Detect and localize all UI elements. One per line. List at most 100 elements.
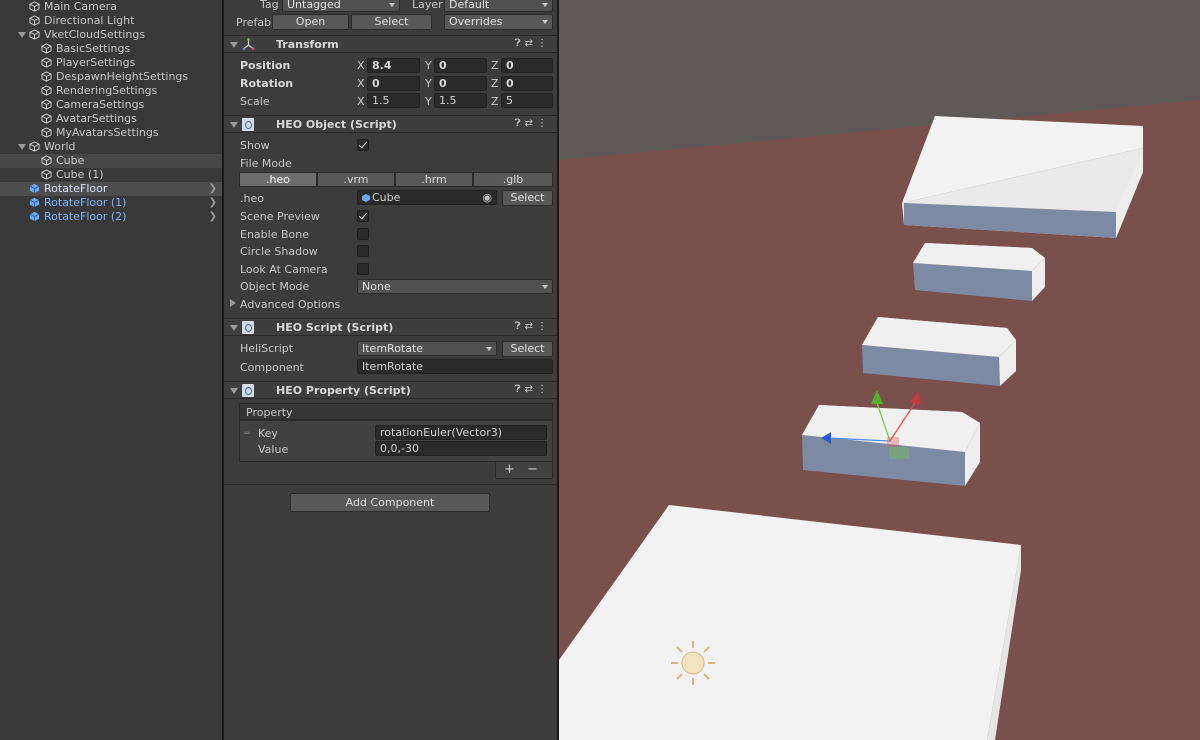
scale-z-field[interactable]: 5 [501,93,553,108]
show-checkbox[interactable] [357,139,369,151]
chevron-right-icon[interactable]: ❯ [209,182,217,196]
heo-select-button[interactable]: Select [502,190,553,206]
heo-object-header[interactable]: HEO Object (Script) ❓︎⇄⋮ [224,115,557,133]
hierarchy-item-basicsettings[interactable]: BasicSettings [0,42,222,56]
hierarchy-item-label: CameraSettings [56,98,145,111]
position-z-label[interactable]: Z [491,59,499,72]
hierarchy-item-myavatarssettings[interactable]: MyAvatarsSettings [0,126,222,140]
component-tools[interactable]: ❓︎⇄⋮ [515,384,551,395]
hierarchy-item-rotatefloor[interactable]: RotateFloor ❯ [0,182,222,196]
fold-arrow-icon[interactable] [230,299,236,307]
layer-dropdown[interactable]: Default [444,0,553,12]
rotation-x-label[interactable]: X [357,77,365,90]
hierarchy-item-label: Directional Light [44,14,135,27]
fold-arrow-icon[interactable] [18,32,26,38]
advanced-options-foldout[interactable]: Advanced Options [240,298,340,311]
enable-bone-checkbox[interactable] [357,228,369,240]
drag-handle-icon[interactable]: ═ [244,429,249,439]
scale-x-field[interactable]: 1.5 [367,93,420,108]
add-element-button[interactable]: + [504,462,515,477]
position-x-field[interactable]: 8.4 [367,58,420,73]
scale-y-label[interactable]: Y [425,95,432,108]
gameobject-icon [29,1,40,12]
hierarchy-item-despawnheightsettings[interactable]: DespawnHeightSettings [0,70,222,84]
rotation-y-label[interactable]: Y [425,77,432,90]
hierarchy-item-camerasettings[interactable]: CameraSettings [0,98,222,112]
object-mode-dropdown[interactable]: None [357,279,553,294]
scene-view[interactable] [559,0,1200,740]
mode-hrm-tab[interactable]: .hrm [395,172,473,187]
heo-script-header[interactable]: HEO Script (Script) ❓︎⇄⋮ [224,318,557,336]
circle-shadow-checkbox[interactable] [357,245,369,257]
prefab-open-button[interactable]: Open [272,14,349,30]
hierarchy-item-rotatefloor-1[interactable]: RotateFloor (1) ❯ [0,196,222,210]
chevron-right-icon[interactable]: ❯ [209,196,217,210]
component-tools[interactable]: ❓︎⇄⋮ [515,321,551,332]
list-footer: + − [495,462,553,479]
scale-x-label[interactable]: X [357,95,365,108]
mode-glb-tab[interactable]: .glb [473,172,553,187]
rotation-y-field[interactable]: 0 [434,76,487,91]
mode-vrm-tab[interactable]: .vrm [317,172,395,187]
rotation-z-label[interactable]: Z [491,77,499,90]
fold-arrow-icon[interactable] [230,325,238,331]
add-component-button[interactable]: Add Component [290,493,490,512]
floor-block-1[interactable] [902,116,1143,238]
hierarchy-item-cube-1[interactable]: Cube (1) [0,168,222,182]
value-field[interactable]: 0,0,-30 [375,441,547,456]
hierarchy-item-renderingsettings[interactable]: RenderingSettings [0,84,222,98]
hierarchy-item-cube[interactable]: Cube [0,154,222,168]
fold-arrow-icon[interactable] [18,144,26,150]
hierarchy-item-directional-light[interactable]: Directional Light [0,14,222,28]
tag-dropdown[interactable]: Untagged [282,0,400,12]
hierarchy-item-vketcloudsettings[interactable]: VketCloudSettings [0,28,222,42]
component-field[interactable]: ItemRotate [357,359,553,374]
scale-y-field[interactable]: 1.5 [434,93,487,108]
remove-element-button[interactable]: − [527,462,538,477]
hierarchy-item-main-camera[interactable]: Main Camera [0,0,222,14]
component-tools[interactable]: ❓︎⇄⋮ [515,38,551,49]
rotation-z-field[interactable]: 0 [501,76,553,91]
look-at-camera-checkbox[interactable] [357,263,369,275]
heliscript-select-button[interactable]: Select [502,341,553,357]
position-y-field[interactable]: 0 [434,58,487,73]
fold-arrow-icon[interactable] [230,42,238,48]
hierarchy-item-avatarsettings[interactable]: AvatarSettings [0,112,222,126]
property-label: Property [246,406,293,419]
mesh-icon [362,194,370,202]
heo-object-field[interactable]: Cube ◉ [357,190,497,205]
chevron-right-icon[interactable]: ❯ [209,210,217,224]
prefab-select-button[interactable]: Select [351,14,432,30]
hierarchy-item-playersettings[interactable]: PlayerSettings [0,56,222,70]
position-y-label[interactable]: Y [425,59,432,72]
directional-light-icon[interactable] [671,641,715,685]
key-label: Key [258,427,278,440]
heliscript-dropdown[interactable]: ItemRotate [357,341,497,356]
hierarchy-item-rotatefloor-2[interactable]: RotateFloor (2) ❯ [0,210,222,224]
hierarchy-item-label: PlayerSettings [56,56,136,69]
gameobject-icon [29,29,40,40]
hierarchy-item-world[interactable]: World [0,140,222,154]
component-tools[interactable]: ❓︎⇄⋮ [515,118,551,129]
object-picker-icon[interactable]: ◉ [482,191,492,204]
scene-preview-checkbox[interactable] [357,210,369,222]
rotation-label: Rotation [240,77,294,90]
heo-property-header[interactable]: HEO Property (Script) ❓︎⇄⋮ [224,381,557,399]
transform-header[interactable]: Transform ❓︎⇄⋮ [224,35,557,53]
heliscript-value: ItemRotate [362,342,424,355]
fold-arrow-icon[interactable] [230,122,238,128]
heo-object-value: Cube [372,191,401,204]
scene-canvas[interactable] [559,0,1200,740]
overrides-dropdown[interactable]: Overrides [444,14,553,30]
mode-heo-tab[interactable]: .heo [239,172,317,187]
hierarchy-item-label: RotateFloor (2) [44,210,127,223]
tag-label: Tag [260,0,279,11]
fold-arrow-icon[interactable] [230,388,238,394]
rotation-x-field[interactable]: 0 [367,76,420,91]
position-z-field[interactable]: 0 [501,58,553,73]
key-field[interactable]: rotationEuler(Vector3) [375,425,547,440]
scale-z-label[interactable]: Z [491,95,499,108]
position-x-label[interactable]: X [357,59,365,72]
script-icon [242,384,254,397]
hierarchy-item-label: DespawnHeightSettings [56,70,189,83]
